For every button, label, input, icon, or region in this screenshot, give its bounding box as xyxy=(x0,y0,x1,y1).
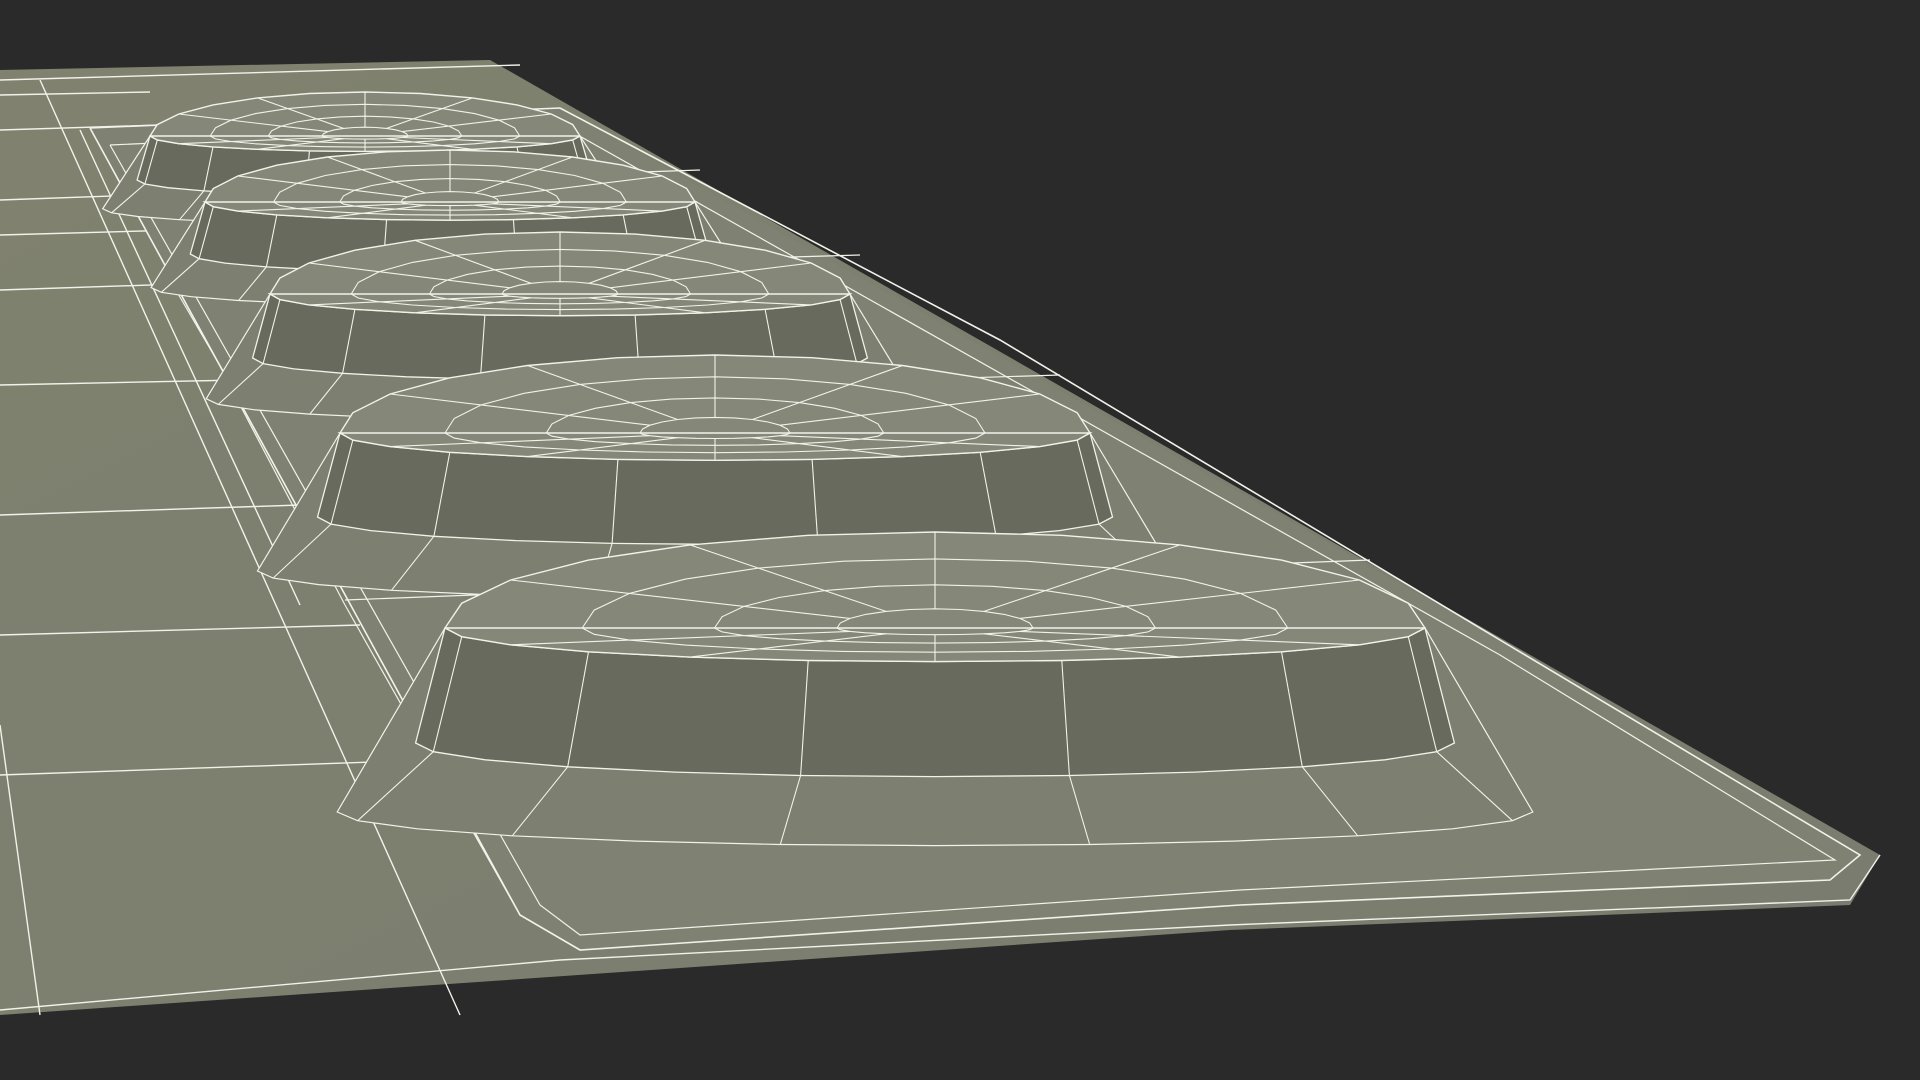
blister-dome xyxy=(336,531,1534,847)
wireframe-scene xyxy=(0,0,1920,1080)
render-viewport xyxy=(0,0,1920,1080)
